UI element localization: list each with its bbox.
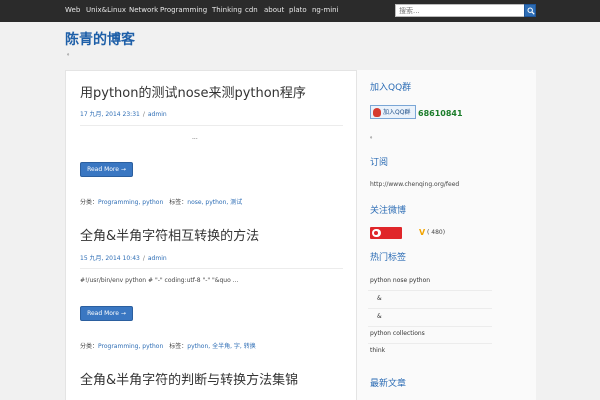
nav-cdn[interactable]: cdn bbox=[245, 5, 258, 15]
site-description: 。 bbox=[67, 50, 74, 57]
post-meta: 17 九月, 2014 23:31/admin bbox=[80, 111, 167, 118]
site-title[interactable]: 陈青的博客 bbox=[65, 31, 135, 49]
widget-title-weibo: 关注微博 bbox=[370, 206, 407, 216]
weibo-verified-icon: V bbox=[419, 228, 426, 237]
post-meta: 15 九月, 2014 10:43/admin bbox=[80, 255, 167, 262]
widget-title-tags: 热门标签 bbox=[370, 253, 407, 263]
tags-label: 标签： bbox=[169, 199, 188, 206]
post-excerpt: ... bbox=[192, 134, 198, 141]
post-excerpt: #!/usr/bin/env python # "-" coding:utf-8… bbox=[80, 277, 239, 284]
read-more-button[interactable]: Read More → bbox=[80, 306, 133, 321]
post-footer: 分类：Programming, python 标签：python, 全半角, 字,… bbox=[80, 343, 256, 351]
divider bbox=[368, 343, 492, 344]
qq-penguin-icon bbox=[373, 108, 381, 117]
nav-thinking[interactable]: Thinking bbox=[212, 5, 242, 15]
join-qq-group-button[interactable]: 加入QQ群 bbox=[370, 105, 416, 119]
widget-title-qq: 加入QQ群 bbox=[370, 83, 412, 93]
post-footer: 分类：Programming, python 标签：nose, python, 测… bbox=[80, 199, 242, 207]
widget-title-rss: 订阅 bbox=[370, 158, 389, 168]
category-label: 分类： bbox=[80, 199, 99, 206]
tag-row[interactable]: & bbox=[377, 295, 382, 303]
weibo-follow-button[interactable] bbox=[370, 227, 402, 239]
widget-title-latest: 最新文章 bbox=[370, 379, 407, 389]
top-navbar: Web Unix&Linux Network Programming Think… bbox=[0, 0, 600, 22]
nav-unix-linux[interactable]: Unix&Linux bbox=[86, 5, 126, 15]
post-tags[interactable]: python, 全半角, 字, 转换 bbox=[187, 343, 255, 350]
divider bbox=[80, 268, 343, 269]
weibo-follower-count: ( 480) bbox=[427, 229, 446, 236]
qq-note: 。 bbox=[370, 133, 377, 140]
tag-row[interactable]: & bbox=[377, 313, 382, 321]
nav-programming[interactable]: Programming bbox=[160, 5, 207, 15]
post-author[interactable]: admin bbox=[148, 111, 167, 118]
tags-label: 标签： bbox=[169, 343, 188, 350]
divider bbox=[80, 125, 343, 126]
nav-web[interactable]: Web bbox=[65, 5, 80, 15]
qq-badge-label: 加入QQ群 bbox=[383, 109, 411, 116]
search-input[interactable] bbox=[395, 4, 525, 17]
read-more-button[interactable]: Read More → bbox=[80, 162, 133, 177]
post-tags[interactable]: nose, python, 测试 bbox=[187, 199, 242, 206]
post-title[interactable]: 全角&半角字符的判断与转换方法集锦 bbox=[80, 373, 298, 389]
divider bbox=[368, 326, 492, 327]
tag-row[interactable]: think bbox=[370, 347, 385, 355]
nav-ng-mini[interactable]: ng-mini bbox=[312, 5, 339, 15]
divider bbox=[368, 290, 492, 291]
qq-group-number: 68610841 bbox=[418, 109, 463, 118]
post-title[interactable]: 用python的测试nose来测python程序 bbox=[80, 86, 306, 102]
tag-row[interactable]: python nose python bbox=[370, 277, 430, 285]
nav-network[interactable]: Network bbox=[129, 5, 158, 15]
search-button[interactable] bbox=[524, 4, 536, 17]
nav-about[interactable]: about bbox=[264, 5, 284, 15]
search-icon bbox=[527, 7, 535, 15]
post-categories[interactable]: Programming, python bbox=[98, 343, 163, 350]
nav-plato[interactable]: plato bbox=[289, 5, 307, 15]
post-date[interactable]: 17 九月, 2014 23:31 bbox=[80, 111, 140, 118]
post-date[interactable]: 15 九月, 2014 10:43 bbox=[80, 255, 140, 262]
post-title[interactable]: 全角&半角字符相互转换的方法 bbox=[80, 229, 259, 245]
rss-feed-link[interactable]: http://www.chenqing.org/feed bbox=[370, 181, 459, 189]
category-label: 分类： bbox=[80, 343, 99, 350]
tag-row[interactable]: python collections bbox=[370, 330, 425, 338]
weibo-icon bbox=[372, 229, 381, 237]
post-categories[interactable]: Programming, python bbox=[98, 199, 163, 206]
post-author[interactable]: admin bbox=[148, 255, 167, 262]
divider bbox=[368, 308, 492, 309]
